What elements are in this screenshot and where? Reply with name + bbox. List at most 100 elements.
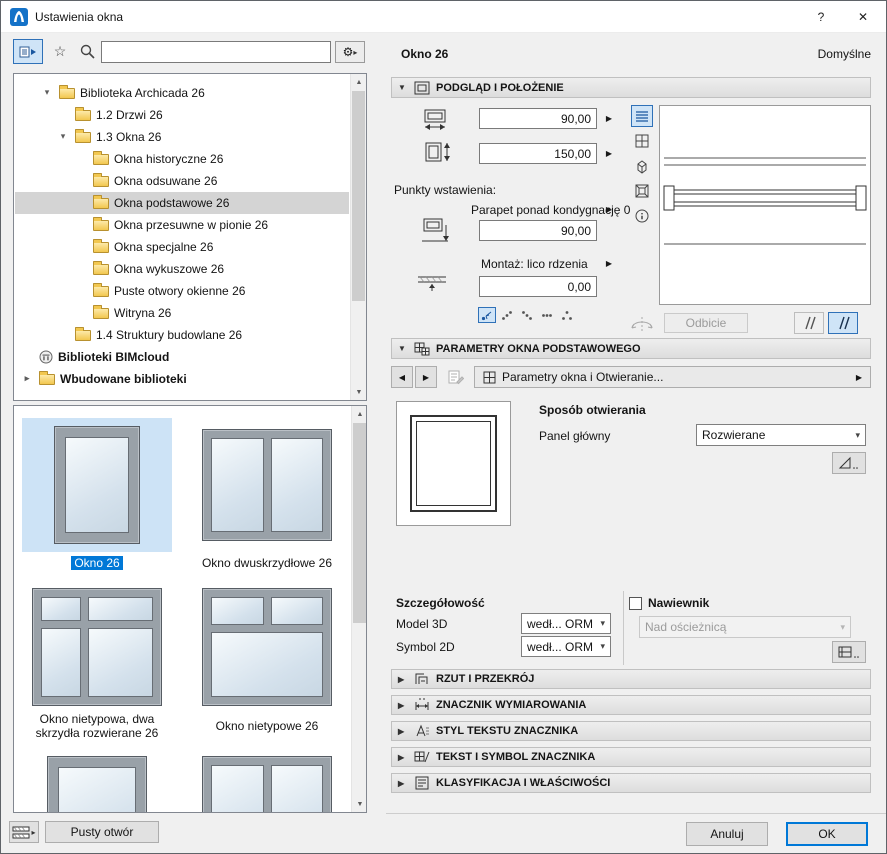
tree-scrollbar[interactable]: ▲ ▼ — [350, 74, 366, 400]
section-classification-properties[interactable]: ▶ KLASYFIKACJA I WŁAŚCIWOŚCI — [391, 773, 871, 793]
orientation-left-button[interactable] — [794, 312, 824, 334]
view-mode-grid-button[interactable] — [631, 130, 653, 152]
anchor-corner-icon — [481, 310, 493, 321]
empty-opening-button[interactable]: Pusty otwór — [45, 821, 159, 843]
thumbnail-partial-1[interactable] — [22, 752, 172, 813]
opening-angle-button[interactable] — [832, 452, 866, 474]
door-swing-left-icon — [801, 315, 817, 331]
opening-mode-button[interactable]: ▸ — [9, 821, 39, 843]
thumbnail-okno-dwuskrzydlowe[interactable] — [192, 418, 342, 552]
anchor-point-button-3[interactable] — [518, 307, 536, 323]
detail-level-label: Szczegółowość — [396, 596, 485, 610]
library-settings-button[interactable]: ⚙ ▸ — [335, 41, 365, 63]
folder-icon — [93, 242, 109, 253]
main-panel-combo[interactable]: Rozwierane ▾ — [696, 424, 866, 446]
thumbnail-okno-nietypowe[interactable] — [192, 580, 342, 714]
tree-item-struktury-budowlane[interactable]: 1.4 Struktury budowlane 26 — [15, 324, 349, 346]
model-3d-label: Model 3D — [396, 617, 447, 631]
tree-item-label: Puste otwory okienne 26 — [114, 284, 245, 298]
opening-preview — [396, 401, 511, 526]
height-field[interactable]: 150,00 — [479, 143, 597, 164]
parameter-page-selector[interactable]: Parametry okna i Otwieranie... ▶ — [474, 366, 871, 388]
preview-canvas[interactable] — [659, 105, 871, 305]
section-window-parameters[interactable]: ▼ PARAMETRY OKNA PODSTAWOWEGO — [391, 338, 871, 359]
width-field[interactable]: 90,00 — [479, 108, 597, 129]
titlebar[interactable]: Ustawienia okna ? ✕ — [1, 1, 886, 33]
tree-item-okna-historyczne[interactable]: Okna historyczne 26 — [15, 148, 349, 170]
help-button[interactable]: ? — [800, 1, 842, 32]
main-panel-label: Panel główny — [539, 429, 610, 443]
tree-item-biblioteki-bimcloud[interactable]: Biblioteki BIMcloud — [15, 346, 349, 368]
info-button[interactable] — [631, 205, 653, 227]
tree-item-label: 1.3 Okna 26 — [96, 130, 161, 144]
view-mode-section-button[interactable] — [631, 105, 653, 127]
tree-item-witryna[interactable]: Witryna 26 — [15, 302, 349, 324]
tree-item-wbudowane-biblioteki[interactable]: ▸ Wbudowane biblioteki — [15, 368, 349, 390]
tree-item-okna-podstawowe[interactable]: Okna podstawowe 26 — [15, 192, 349, 214]
scroll-up-icon[interactable]: ▲ — [352, 406, 367, 422]
tree-item-drzwi[interactable]: 1.2 Drzwi 26 — [15, 104, 349, 126]
section-marker-text-symbol[interactable]: ▶ TEKST I SYMBOL ZNACZNIKA — [391, 747, 871, 767]
tree-scrollbar-thumb[interactable] — [352, 91, 365, 301]
scroll-down-icon[interactable]: ▼ — [352, 796, 367, 812]
orientation-right-button[interactable] — [828, 312, 858, 334]
height-popup-button[interactable]: ▶ — [601, 143, 617, 164]
tree-item-label: 1.2 Drzwi 26 — [96, 108, 163, 122]
perspective-icon — [635, 184, 649, 198]
thumbnail-okno-26[interactable] — [22, 418, 172, 552]
favorites-button[interactable]: ☆ — [47, 39, 73, 64]
anchor-point-button-2[interactable] — [498, 307, 516, 323]
thumbnail-partial-2[interactable] — [192, 752, 342, 813]
vent-checkbox[interactable] — [629, 597, 642, 610]
close-button[interactable]: ✕ — [842, 1, 884, 32]
chevron-down-icon[interactable]: ▾ — [57, 131, 69, 142]
anchor-point-button-1[interactable] — [478, 307, 496, 323]
symbol-2d-combo[interactable]: wedł... ORM ▾ — [521, 636, 611, 657]
tree-item-okna-wykuszowe[interactable]: Okna wykuszowe 26 — [15, 258, 349, 280]
sill-popup-button[interactable]: ▶ — [601, 201, 617, 217]
section-preview-position[interactable]: ▼ PODGLĄD I POŁOŻENIE — [391, 77, 871, 98]
tree-item-okna[interactable]: ▾ 1.3 Okna 26 — [15, 126, 349, 148]
prev-page-button[interactable]: ◀ — [391, 366, 413, 388]
folder-icon — [75, 132, 91, 143]
section-marker-text-style[interactable]: ▶ STYL TEKSTU ZNACZNIKA — [391, 721, 871, 741]
vent-settings-button[interactable] — [832, 641, 866, 663]
search-button[interactable] — [75, 39, 99, 64]
section-title: STYL TEKSTU ZNACZNIKA — [436, 725, 578, 737]
tree-item-okna-przesuwne[interactable]: Okna przesuwne w pionie 26 — [15, 214, 349, 236]
width-popup-button[interactable]: ▶ — [601, 108, 617, 129]
thumbnail-okno-nietypowa-dwa[interactable] — [22, 580, 172, 714]
chevron-down-icon[interactable]: ▾ — [41, 87, 53, 98]
search-input[interactable] — [101, 41, 331, 63]
grid-scrollbar-thumb[interactable] — [353, 423, 366, 623]
view-mode-3d-button[interactable] — [631, 155, 653, 177]
section-dimension-marker[interactable]: ▶ ZNACZNIK WYMIAROWANIA — [391, 695, 871, 715]
section-plan-section[interactable]: ▶ RZUT I PRZEKRÓJ — [391, 669, 871, 689]
tree-item-biblioteka-archicada[interactable]: ▾ Biblioteka Archicada 26 — [15, 82, 349, 104]
section-title: PARAMETRY OKNA PODSTAWOWEGO — [436, 343, 641, 355]
swing-angle-icon — [838, 456, 860, 470]
folder-view-button[interactable] — [13, 39, 43, 64]
anchor-point-button-4[interactable] — [538, 307, 556, 323]
anchor-popup-button[interactable]: ▶ — [601, 255, 617, 271]
section-title: KLASYFIKACJA I WŁAŚCIWOŚCI — [436, 777, 610, 789]
scroll-up-icon[interactable]: ▲ — [351, 74, 367, 90]
dimension-marker-icon — [414, 698, 430, 712]
anchor-point-button-5[interactable] — [558, 307, 576, 323]
tree-item-okna-specjalne[interactable]: Okna specjalne 26 — [15, 236, 349, 258]
expand-icon: ▶ — [398, 675, 408, 684]
library-items-grid: Okno 26 Okno dwuskrzydłowe 26 Okno niety… — [13, 405, 367, 813]
sill-height-field[interactable]: 90,00 — [479, 220, 597, 241]
cancel-label: Anuluj — [710, 827, 743, 841]
grid-scrollbar[interactable]: ▲ ▼ — [351, 406, 367, 812]
scroll-down-icon[interactable]: ▼ — [351, 384, 367, 400]
model-3d-combo[interactable]: wedł... ORM ▾ — [521, 613, 611, 634]
cancel-button[interactable]: Anuluj — [686, 822, 768, 846]
tree-item-okna-odsuwane[interactable]: Okna odsuwane 26 — [15, 170, 349, 192]
view-mode-preview-button[interactable] — [631, 180, 653, 202]
chevron-right-icon[interactable]: ▸ — [21, 373, 33, 384]
tree-item-puste-otwory[interactable]: Puste otwory okienne 26 — [15, 280, 349, 302]
anchor-offset-field[interactable]: 0,00 — [479, 276, 597, 297]
ok-button[interactable]: OK — [786, 822, 868, 846]
next-page-button[interactable]: ▶ — [415, 366, 437, 388]
